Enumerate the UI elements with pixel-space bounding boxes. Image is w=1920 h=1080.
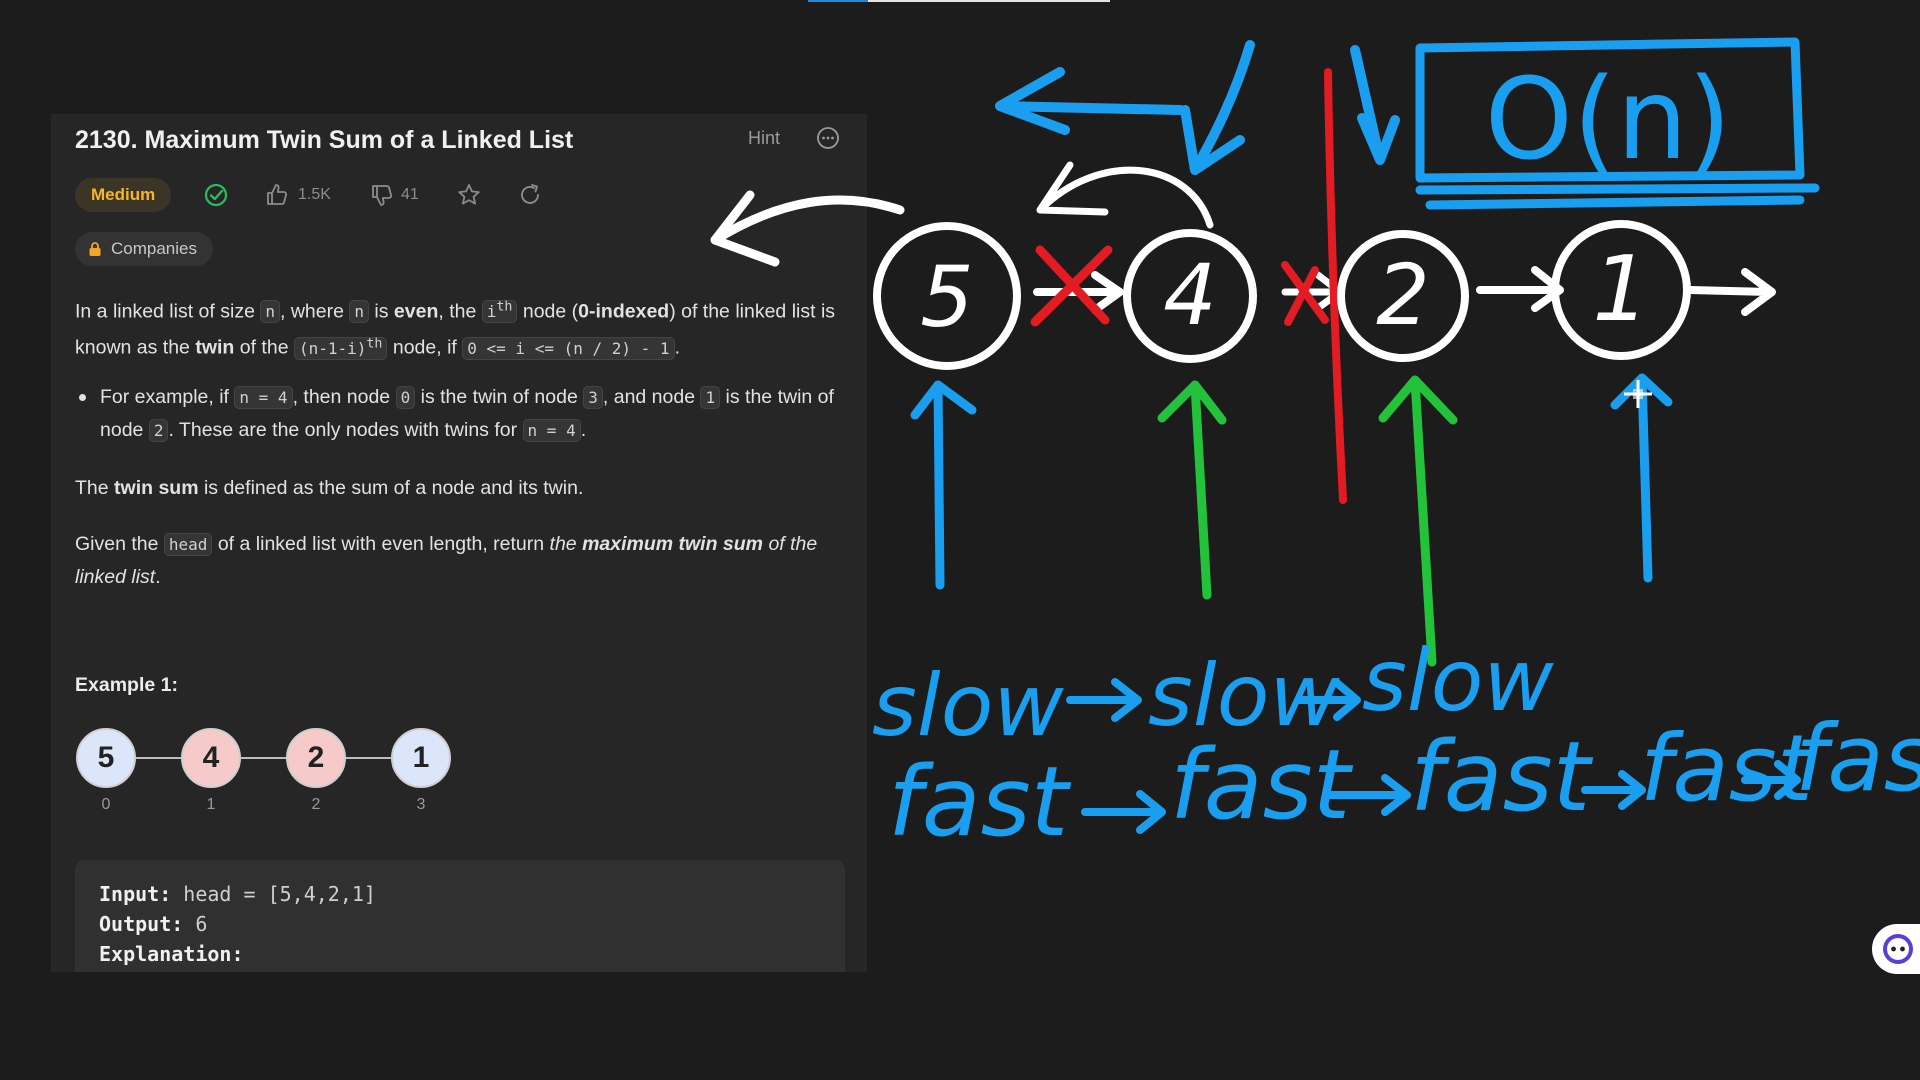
example-node: 2: [286, 728, 346, 788]
blue-next-arrow: [1741, 760, 1801, 800]
example-node: 4: [181, 728, 241, 788]
example-node-index: 0: [101, 796, 111, 813]
blue-short-down-arrow: [1350, 45, 1400, 165]
dislikes-count: 41: [401, 186, 419, 203]
red-cross: [1281, 261, 1329, 326]
fast-label: fast: [888, 746, 1072, 858]
example-node-index: 3: [416, 796, 426, 813]
green-pointer-arrow: [1378, 375, 1458, 667]
more-options-icon[interactable]: [816, 126, 840, 150]
example-node: 5: [76, 728, 136, 788]
thumbs-down-icon[interactable]: [369, 182, 395, 208]
thumbs-up-icon[interactable]: [264, 182, 290, 208]
red-cross: [1030, 245, 1113, 327]
fast-label: fast: [1795, 705, 1920, 812]
whiteboard-node: [1123, 229, 1257, 363]
example-explanation-line: Explanation:: [99, 942, 244, 966]
whiteboard-node-label: 4: [1163, 246, 1216, 344]
description-bullet: For example, if n = 4, then node 0 is th…: [75, 381, 855, 447]
progress-played: [808, 0, 868, 2]
blue-down-arrow: [1180, 40, 1255, 175]
companies-tag[interactable]: Companies: [75, 232, 213, 266]
whiteboard-node-label: 5: [920, 248, 973, 346]
description-paragraph-3: Given the head of a linked list with eve…: [75, 533, 818, 588]
robot-face-icon: [1883, 934, 1913, 964]
assistant-widget-button[interactable]: [1872, 924, 1920, 974]
star-icon[interactable]: [456, 182, 482, 208]
slow-label: slow: [1148, 646, 1340, 746]
whiteboard-node: [1337, 230, 1469, 362]
example-link: [240, 757, 287, 759]
fast-label: fast: [1170, 729, 1354, 841]
white-link-arrow: [1281, 271, 1344, 312]
blue-next-arrow: [1296, 679, 1361, 721]
difficulty-badge: Medium: [75, 178, 172, 212]
example-node-index: 1: [206, 796, 216, 813]
complexity-label: O(n): [1485, 55, 1732, 185]
white-link-arrow: [1033, 271, 1124, 314]
progress-buffered: [868, 0, 1110, 2]
problem-title: 2130. Maximum Twin Sum of a Linked List: [75, 126, 574, 154]
share-icon[interactable]: [517, 182, 543, 208]
blue-next-arrow: [1581, 770, 1646, 810]
bullet-dot: [79, 394, 86, 401]
blue-next-arrow: [1081, 790, 1166, 834]
whiteboard-node: [873, 222, 1021, 370]
description-paragraph-2: The twin sum is defined as the sum of a …: [75, 477, 584, 499]
blue-pointer-arrow: [1610, 373, 1673, 583]
fast-label: fast: [1640, 715, 1816, 822]
blue-pointer-arrow: [910, 380, 977, 590]
fast-label: fast: [1410, 721, 1594, 833]
example-title: Example 1:: [75, 674, 178, 696]
example-link: [136, 757, 181, 759]
slow-label: slow: [872, 656, 1064, 756]
white-link-arrow: [1476, 266, 1564, 312]
slow-label: slow: [1362, 631, 1554, 731]
whiteboard-node-label: 2: [1376, 246, 1429, 344]
companies-label: Companies: [111, 239, 197, 258]
video-progress-bar: [808, 0, 1110, 2]
example-node: 1: [391, 728, 451, 788]
red-divider-line: [1324, 68, 1347, 504]
example-output-line: Output: 6: [99, 912, 208, 936]
complexity-box: [1415, 37, 1805, 183]
whiteboard-node-label: 1: [1592, 237, 1649, 342]
example-node-index: 2: [311, 796, 321, 813]
blue-left-arrow: [995, 67, 1185, 135]
problem-panel: 2130. Maximum Twin Sum of a Linked List …: [51, 114, 867, 972]
likes-count: 1.5K: [298, 186, 331, 203]
lock-icon: [89, 242, 101, 256]
blue-next-arrow: [1066, 678, 1142, 722]
solved-check-icon: [204, 183, 228, 207]
example-link: [346, 757, 391, 759]
blue-next-arrow: [1326, 774, 1411, 816]
green-pointer-arrow: [1157, 380, 1227, 600]
example-input-line: Input: head = [5,4,2,1]: [99, 882, 376, 906]
complexity-underline: [1415, 183, 1820, 210]
white-reverse-arrow: [1036, 161, 1214, 229]
description-paragraph-1: In a linked list of size n, where n is e…: [75, 300, 836, 360]
white-link-arrow: [1686, 268, 1776, 316]
cursor-icon: [1624, 380, 1652, 408]
example-code-block: Input: head = [5,4,2,1] Output: 6 Explan…: [75, 860, 845, 972]
whiteboard-node: [1551, 220, 1691, 360]
hint-button[interactable]: Hint: [748, 128, 780, 149]
